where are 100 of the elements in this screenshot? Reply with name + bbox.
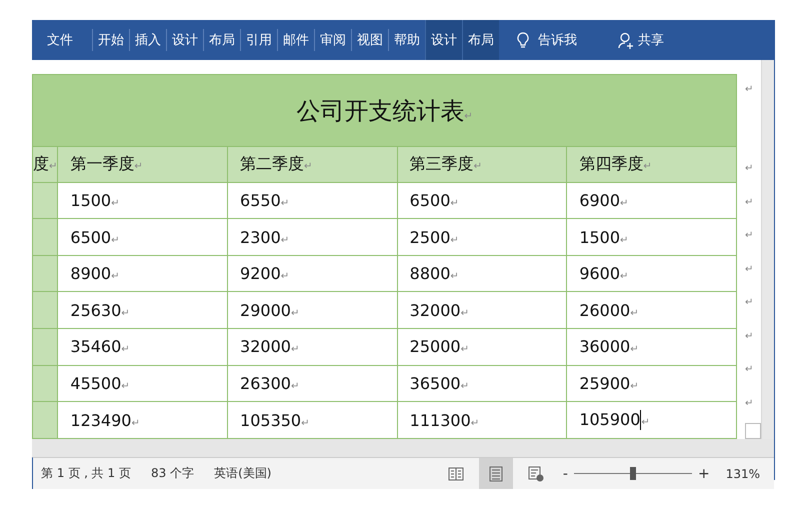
paragraph-mark: ↵ (280, 234, 290, 246)
paragraph-mark: ↵ (745, 162, 754, 176)
paragraph-mark: ↵ (630, 344, 639, 356)
paragraph-mark: ↵ (630, 308, 639, 319)
cell-value: 45500 (70, 374, 122, 393)
paragraph-mark: ↵ (450, 198, 459, 209)
paragraph-mark: ↵ (745, 363, 754, 378)
paragraph-mark: ↵ (111, 271, 120, 282)
language[interactable]: 英语(美国) (214, 465, 272, 482)
slider-thumb[interactable] (630, 467, 636, 480)
cell-value: 111300 (410, 410, 471, 430)
cell-value: 2300 (240, 228, 281, 247)
view-button[interactable] (478, 458, 513, 489)
paragraph-mark: ↵ (745, 262, 754, 277)
ribbon-tab[interactable]: 布局 (203, 29, 240, 51)
paragraph-mark: ↵ (121, 380, 130, 392)
paragraph-mark: ↵ (290, 308, 300, 319)
paragraph-mark: ↵ (620, 198, 628, 209)
cell-value: 8800 (410, 264, 450, 284)
page-count[interactable]: 第 1 页 , 共 1 页 (41, 465, 131, 482)
cell-value: 6500 (70, 228, 112, 247)
paragraph-mark: ↵ (641, 416, 650, 428)
share-button[interactable]: 共享 (618, 31, 664, 49)
column-header: 第四季度 (579, 154, 644, 173)
cell-value: 32000 (410, 300, 461, 320)
paragraph-mark: ↵ (745, 196, 754, 210)
zoom-out-button[interactable]: - (558, 466, 572, 482)
ribbon-tab[interactable]: 引用 (240, 29, 277, 51)
book-icon (448, 466, 464, 482)
column-header: 第三季度 (410, 154, 474, 173)
column-header: 度 (34, 154, 49, 173)
cell-value: 26000 (579, 300, 630, 320)
cell-value: 29000 (240, 300, 291, 320)
paragraph-mark: ↵ (464, 110, 473, 122)
cell-value: 35460 (70, 337, 122, 356)
paragraph-mark: ↵ (745, 83, 754, 97)
cell-value: 1500 (579, 228, 620, 247)
cell-value: 25000 (410, 337, 461, 356)
paragraph-mark: ↵ (280, 271, 290, 282)
lightbulb-icon (517, 32, 529, 48)
ribbon-tab[interactable]: 设计 (425, 20, 462, 60)
paragraph-mark: ↵ (301, 418, 310, 429)
cell-value: 32000 (240, 337, 291, 356)
zoom-in-button[interactable]: + (694, 466, 714, 482)
ribbon-tab[interactable]: 审阅 (314, 29, 351, 51)
cell-value: 25900 (579, 374, 630, 393)
cell-value: 123490 (70, 410, 132, 430)
paragraph-mark: ↵ (131, 418, 140, 429)
cell-value: 105350 (240, 410, 302, 430)
paragraph-mark: ↵ (134, 160, 143, 172)
paragraph-mark: ↵ (450, 234, 459, 246)
zoom-level[interactable]: 131% (726, 466, 760, 480)
cell-value: 9600 (579, 264, 620, 284)
paragraph-mark: ↵ (111, 234, 120, 246)
column-header: 第二季度 (240, 154, 304, 173)
ribbon-tab[interactable]: 文件 (42, 20, 78, 60)
paragraph-mark: ↵ (470, 418, 480, 429)
column-header: 第一季度 (70, 154, 134, 173)
word-count[interactable]: 83 个字 (150, 465, 194, 482)
cell-value: 8900 (70, 264, 112, 284)
tell-me-button[interactable]: 告诉我 (511, 31, 583, 49)
paragraph-mark: ↵ (304, 160, 312, 172)
cell-value: 6550 (240, 190, 281, 210)
paragraph-mark: ↵ (290, 380, 300, 392)
text-cursor (640, 410, 642, 430)
paragraph-mark: ↵ (620, 234, 628, 246)
cell-value: 1500 (70, 190, 112, 210)
paragraph-mark: ↵ (450, 271, 459, 282)
cell-value: 6900 (579, 190, 620, 210)
cell-value: 25630 (70, 300, 122, 320)
page-globe-icon (528, 466, 544, 482)
table-title: 公司开支统计表 (296, 96, 464, 125)
paragraph-mark: ↵ (745, 296, 754, 310)
page-lines-icon (488, 466, 504, 482)
paragraph-mark: ↵ (630, 380, 639, 392)
paragraph-mark: ↵ (280, 198, 290, 209)
paragraph-mark: ↵ (121, 308, 130, 319)
paragraph-mark: ↵ (474, 160, 482, 172)
paragraph-mark: ↵ (111, 198, 120, 209)
person-add-icon (618, 32, 635, 48)
cell-value: 6500 (410, 190, 450, 210)
ribbon-tab[interactable]: 设计 (166, 29, 203, 51)
table-resize-handle[interactable] (745, 423, 761, 439)
paragraph-mark: ↵ (745, 229, 754, 244)
paragraph-mark: ↵ (290, 344, 300, 356)
paragraph-mark: ↵ (49, 160, 57, 172)
paragraph-mark: ↵ (121, 344, 130, 356)
cell-value: 36500 (410, 374, 461, 393)
ribbon-tab[interactable]: 邮件 (277, 29, 314, 51)
ribbon-tab[interactable]: 视图 (351, 29, 388, 51)
ribbon-tab[interactable]: 插入 (129, 29, 166, 51)
ribbon-tab[interactable]: 布局 (462, 20, 499, 60)
paragraph-mark: ↵ (643, 160, 652, 172)
cell-value: 36000 (579, 337, 630, 356)
cell-value: 2500 (410, 228, 450, 247)
paragraph-mark: ↵ (745, 330, 754, 344)
paragraph-mark: ↵ (460, 344, 469, 356)
ribbon-tab[interactable]: 开始 (92, 29, 129, 51)
paragraph-mark: ↵ (620, 271, 628, 282)
cell-value: 9200 (240, 264, 281, 284)
